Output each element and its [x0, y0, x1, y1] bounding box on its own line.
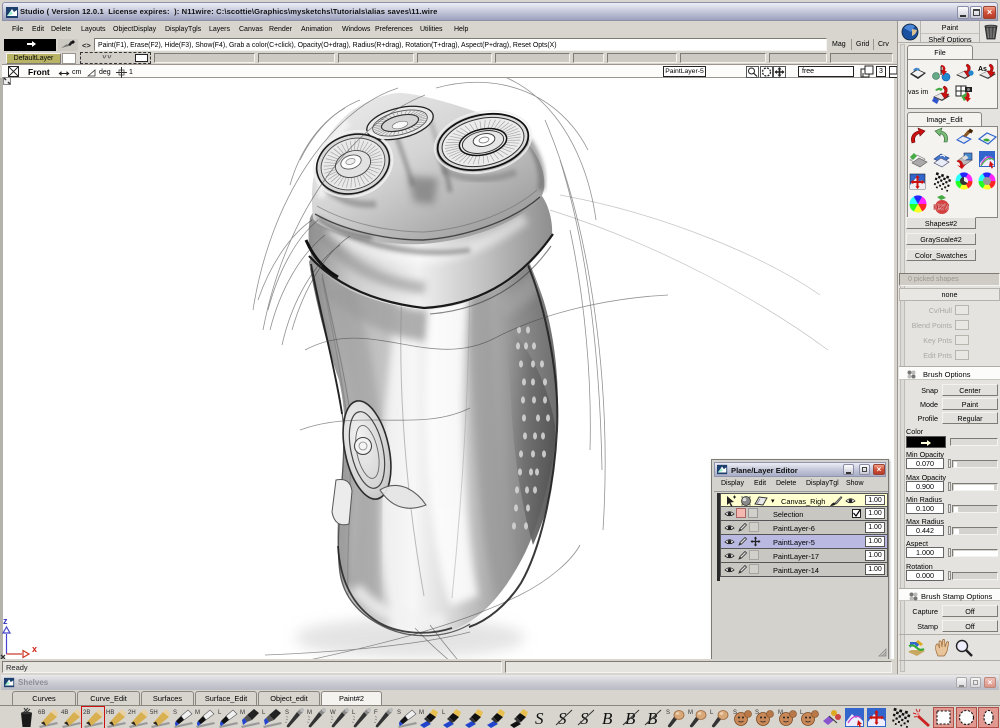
- svg-text:6B: 6B: [38, 710, 45, 716]
- svg-text:2H: 2H: [128, 710, 136, 716]
- svg-text:M: M: [240, 710, 245, 716]
- svg-text:M: M: [195, 710, 200, 716]
- svg-text:S: S: [733, 710, 737, 716]
- svg-text:F: F: [374, 710, 378, 716]
- svg-text:M: M: [778, 710, 783, 716]
- svg-text:S: S: [173, 710, 177, 716]
- svg-text:L: L: [262, 710, 266, 716]
- svg-text:z: z: [3, 616, 8, 626]
- svg-text:M: M: [419, 710, 424, 716]
- svg-text:5H: 5H: [150, 710, 158, 716]
- svg-text:L: L: [442, 710, 446, 716]
- svg-text:S: S: [397, 710, 401, 716]
- svg-text:L: L: [352, 710, 356, 716]
- svg-text:S: S: [535, 709, 544, 728]
- svg-text:HB: HB: [106, 710, 114, 716]
- svg-text:2B: 2B: [83, 710, 90, 716]
- svg-text:B: B: [602, 709, 613, 728]
- svg-text:HSV: HSV: [933, 203, 950, 212]
- svg-text:4B: 4B: [61, 710, 68, 716]
- svg-text:S: S: [755, 710, 759, 716]
- svg-text:As: As: [978, 66, 987, 73]
- svg-text:S: S: [285, 710, 289, 716]
- svg-text:L: L: [218, 710, 222, 716]
- svg-text:W: W: [330, 710, 336, 716]
- svg-text:M: M: [307, 710, 312, 716]
- svg-text:L: L: [710, 710, 714, 716]
- svg-text:M: M: [688, 710, 693, 716]
- svg-text:S: S: [666, 710, 670, 716]
- svg-text:x: x: [32, 644, 37, 654]
